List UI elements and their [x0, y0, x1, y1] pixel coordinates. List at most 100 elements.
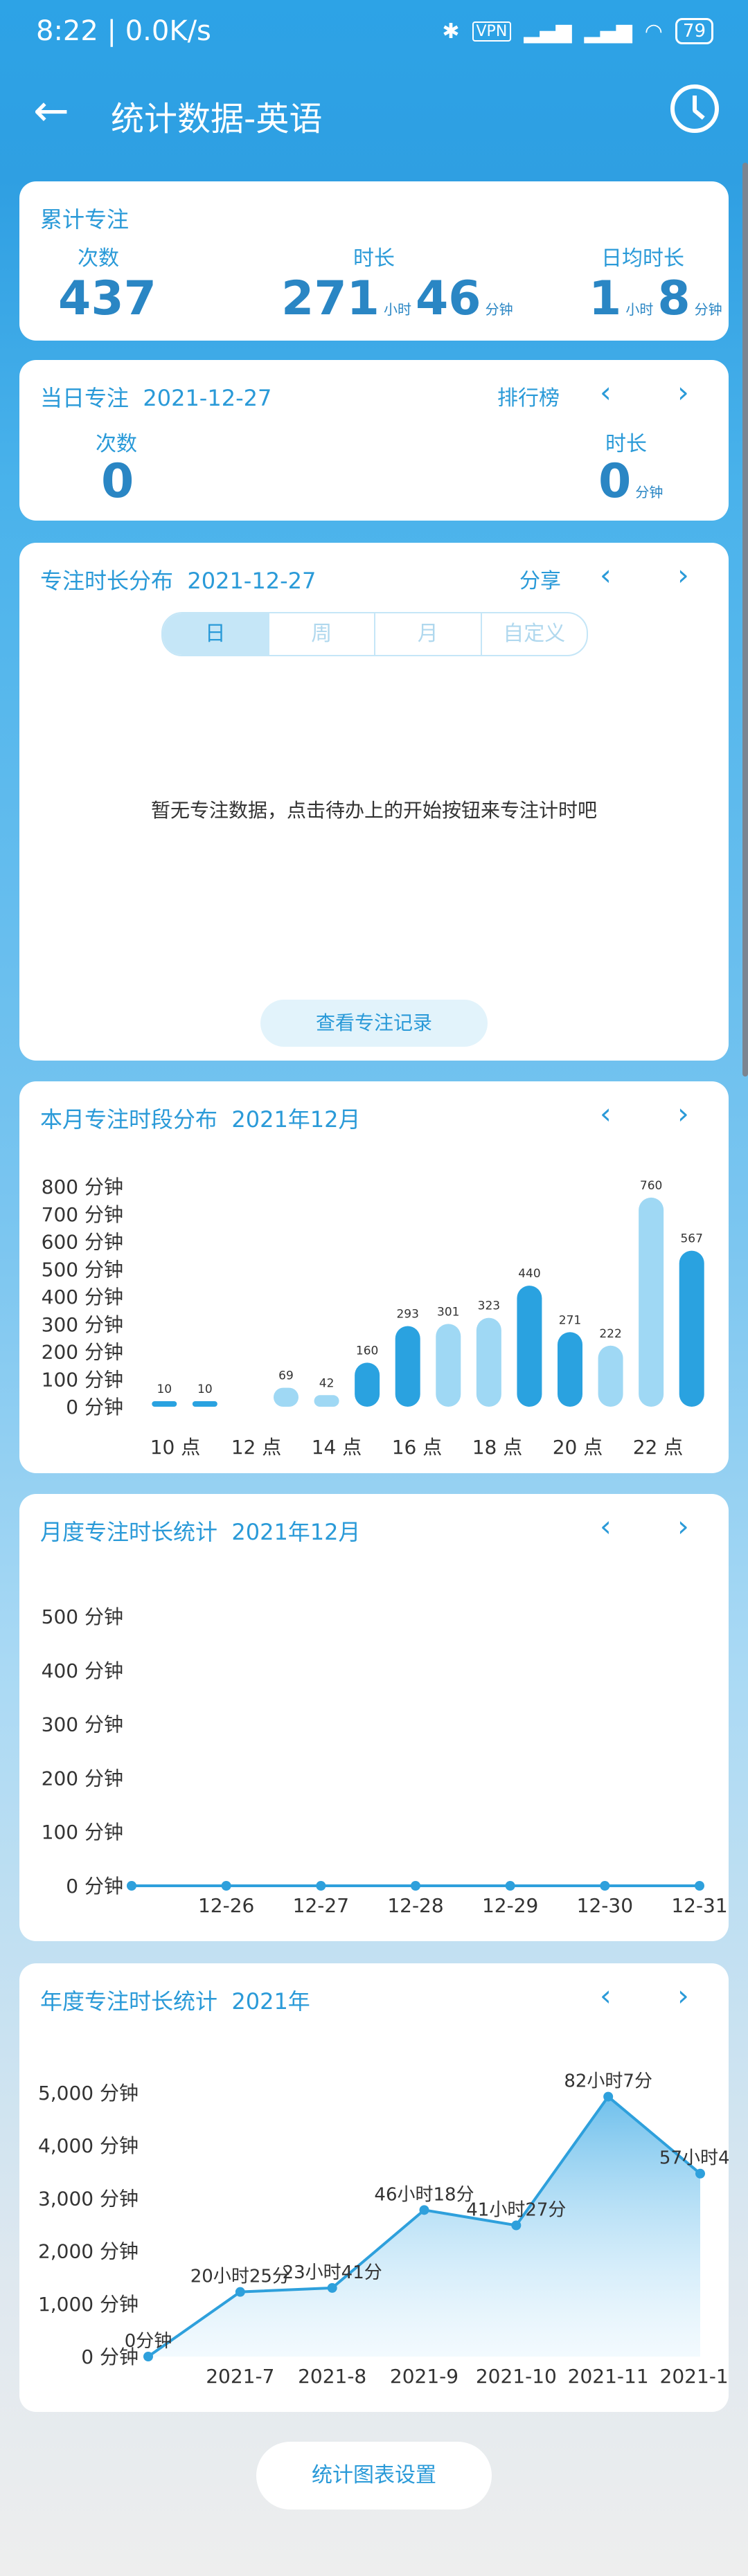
x-tick-label: 2021-10 [476, 2365, 557, 2388]
next-chevron-icon[interactable]: › [677, 561, 689, 590]
count-value: 0 [101, 454, 134, 509]
bar-value-label: 293 [396, 1308, 418, 1322]
y-tick-label: 600 分钟 [42, 1231, 123, 1254]
data-point [600, 1881, 610, 1891]
data-point [505, 1881, 515, 1891]
status-bar: 8:22 | 0.0K/s ✱ VPN ▂▄▆ ▂▄▆ ◠ 79 [0, 0, 748, 66]
vpn-icon: VPN [472, 21, 512, 42]
bar-value-label: 222 [599, 1327, 621, 1341]
bar [436, 1324, 461, 1407]
x-tick-label: 2021-7 [206, 2365, 274, 2388]
y-tick-label: 100 分钟 [42, 1821, 123, 1844]
status-time: 8:22 | 0.0K/s [36, 15, 211, 47]
empty-message: 暂无专注数据，点击待办上的开始按钮来专注计时吧 [150, 799, 597, 822]
distribution-card: 专注时长分布 2021-12-27 分享 ‹ › 日 周 月 自定义 暂无专注数… [19, 543, 729, 1061]
bar [152, 1401, 177, 1407]
signal-icon: ▂▄▆ [524, 19, 572, 44]
y-tick-label: 200 分钟 [42, 1767, 123, 1790]
x-tick-label: 12-26 [198, 1894, 254, 1917]
bar-value-label: 69 [278, 1369, 294, 1383]
point-label: 23小时41分 [283, 2262, 382, 2283]
bar [679, 1250, 704, 1407]
monthly-stats-card: 月度专注时长统计 2021年12月 ‹ › 0 分钟 100 分钟 200 分钟 30… [19, 1494, 729, 1941]
prev-chevron-icon[interactable]: ‹ [600, 378, 612, 407]
app-bar: ← 统计数据-英语 [0, 76, 748, 145]
cumulative-card: 累计专注 次数 437 时长 271 小时46 分钟 日均时长 1 小时8 分钟 [19, 181, 729, 341]
back-arrow-icon[interactable]: ← [33, 89, 69, 132]
bar [274, 1387, 299, 1407]
range-tabs: 日 周 月 自定义 [161, 612, 588, 656]
y-tick-label: 0 分钟 [66, 1396, 123, 1418]
y-tick-label: 4,000 分钟 [38, 2134, 139, 2157]
x-tick-label: 12-27 [293, 1894, 349, 1917]
point-label: 57小时48 [659, 2148, 729, 2169]
signal-icon: ▂▄▆ [584, 19, 632, 44]
ranking-link[interactable]: 排行榜 [497, 381, 560, 411]
wifi-icon: ◠ [644, 19, 663, 44]
x-tick-label: 16 点 [392, 1436, 443, 1459]
count-value: 437 [58, 271, 157, 326]
data-point [235, 2287, 245, 2297]
y-tick-label: 2,000 分钟 [38, 2240, 139, 2263]
point-label: 46小时18分 [374, 2184, 474, 2205]
daily-avg-value: 1 小时8 分钟 [589, 271, 722, 326]
x-tick-label: 10 点 [150, 1436, 201, 1459]
bar-value-label: 567 [680, 1232, 702, 1246]
bar [314, 1395, 339, 1407]
y-tick-label: 100 分钟 [42, 1368, 123, 1391]
x-tick-label: 22 点 [633, 1436, 684, 1459]
daily-card: 当日专注 2021-12-27 排行榜 ‹ › 次数 0 时长 0 分钟 [19, 360, 729, 521]
yearly-area-chart: 0 分钟1,000 分钟2,000 分钟3,000 分钟4,000 分钟5,00… [38, 2071, 729, 2388]
card-title: 专注时长分布 2021-12-27 [40, 568, 317, 594]
y-tick-label: 3,000 分钟 [38, 2187, 139, 2210]
bar [355, 1362, 380, 1407]
x-tick-label: 20 点 [553, 1436, 603, 1459]
chart-settings-button[interactable]: 统计图表设置 [256, 2442, 492, 2510]
x-tick-label: 2021-9 [390, 2365, 458, 2388]
tab-week[interactable]: 周 [269, 613, 375, 655]
x-tick-label: 18 点 [472, 1436, 523, 1459]
x-tick-label: 14 点 [312, 1436, 362, 1459]
x-tick-label: 12-29 [482, 1894, 538, 1917]
bar-value-label: 760 [640, 1179, 662, 1193]
x-tick-label: 2021-12 [660, 2365, 729, 2388]
yearly-stats-card: 年度专注时长统计 2021年 ‹ › 0 分钟 1,000 分钟 2,000 分钟 3… [19, 1963, 729, 2412]
tab-day[interactable]: 日 [163, 613, 269, 655]
data-point [316, 1881, 326, 1891]
data-point [143, 2352, 153, 2361]
y-tick-label: 400 分钟 [42, 1659, 123, 1682]
share-link[interactable]: 分享 [519, 564, 561, 594]
tab-month[interactable]: 月 [375, 613, 482, 655]
point-label: 82小时7分 [564, 2071, 652, 2092]
x-tick-label: 12-31 [671, 1894, 727, 1917]
y-tick-label: 0 分钟 [66, 1875, 123, 1898]
history-clock-icon[interactable] [670, 84, 719, 133]
x-tick-label: 12-30 [577, 1894, 633, 1917]
bar-value-label: 301 [437, 1305, 459, 1319]
bar-value-label: 271 [559, 1313, 581, 1327]
prev-chevron-icon[interactable]: ‹ [600, 561, 612, 590]
bar [558, 1332, 582, 1407]
point-label: 0分钟 [125, 2331, 172, 2352]
bar-value-label: 10 [197, 1382, 213, 1396]
y-tick-label: 500 分钟 [42, 1258, 123, 1281]
series-area [148, 2096, 700, 2357]
point-label: 41小时27分 [466, 2199, 566, 2220]
bar-value-label: 10 [157, 1382, 172, 1396]
tab-custom[interactable]: 自定义 [482, 613, 587, 655]
bar [517, 1286, 542, 1407]
bar-value-label: 440 [518, 1267, 540, 1281]
y-tick-label: 700 分钟 [42, 1203, 123, 1226]
hourly-bar-chart: 0 分钟 100 分钟 200 分钟 300 分钟 400 分钟 500 分钟 600 分钟… [42, 1176, 704, 1459]
duration-value: 0 分钟 [598, 454, 664, 509]
y-tick-label: 1,000 分钟 [38, 2293, 139, 2316]
y-tick-label: 300 分钟 [42, 1713, 123, 1736]
view-records-button[interactable]: 查看专注记录 [260, 1000, 488, 1047]
count-label: 次数 [96, 432, 137, 456]
x-tick-label: 2021-8 [298, 2365, 366, 2388]
scrollbar[interactable] [742, 163, 748, 1077]
bar-value-label: 42 [319, 1376, 335, 1390]
bar-value-label: 323 [478, 1299, 500, 1313]
next-chevron-icon[interactable]: › [677, 378, 689, 407]
y-tick-label: 800 分钟 [42, 1176, 123, 1198]
